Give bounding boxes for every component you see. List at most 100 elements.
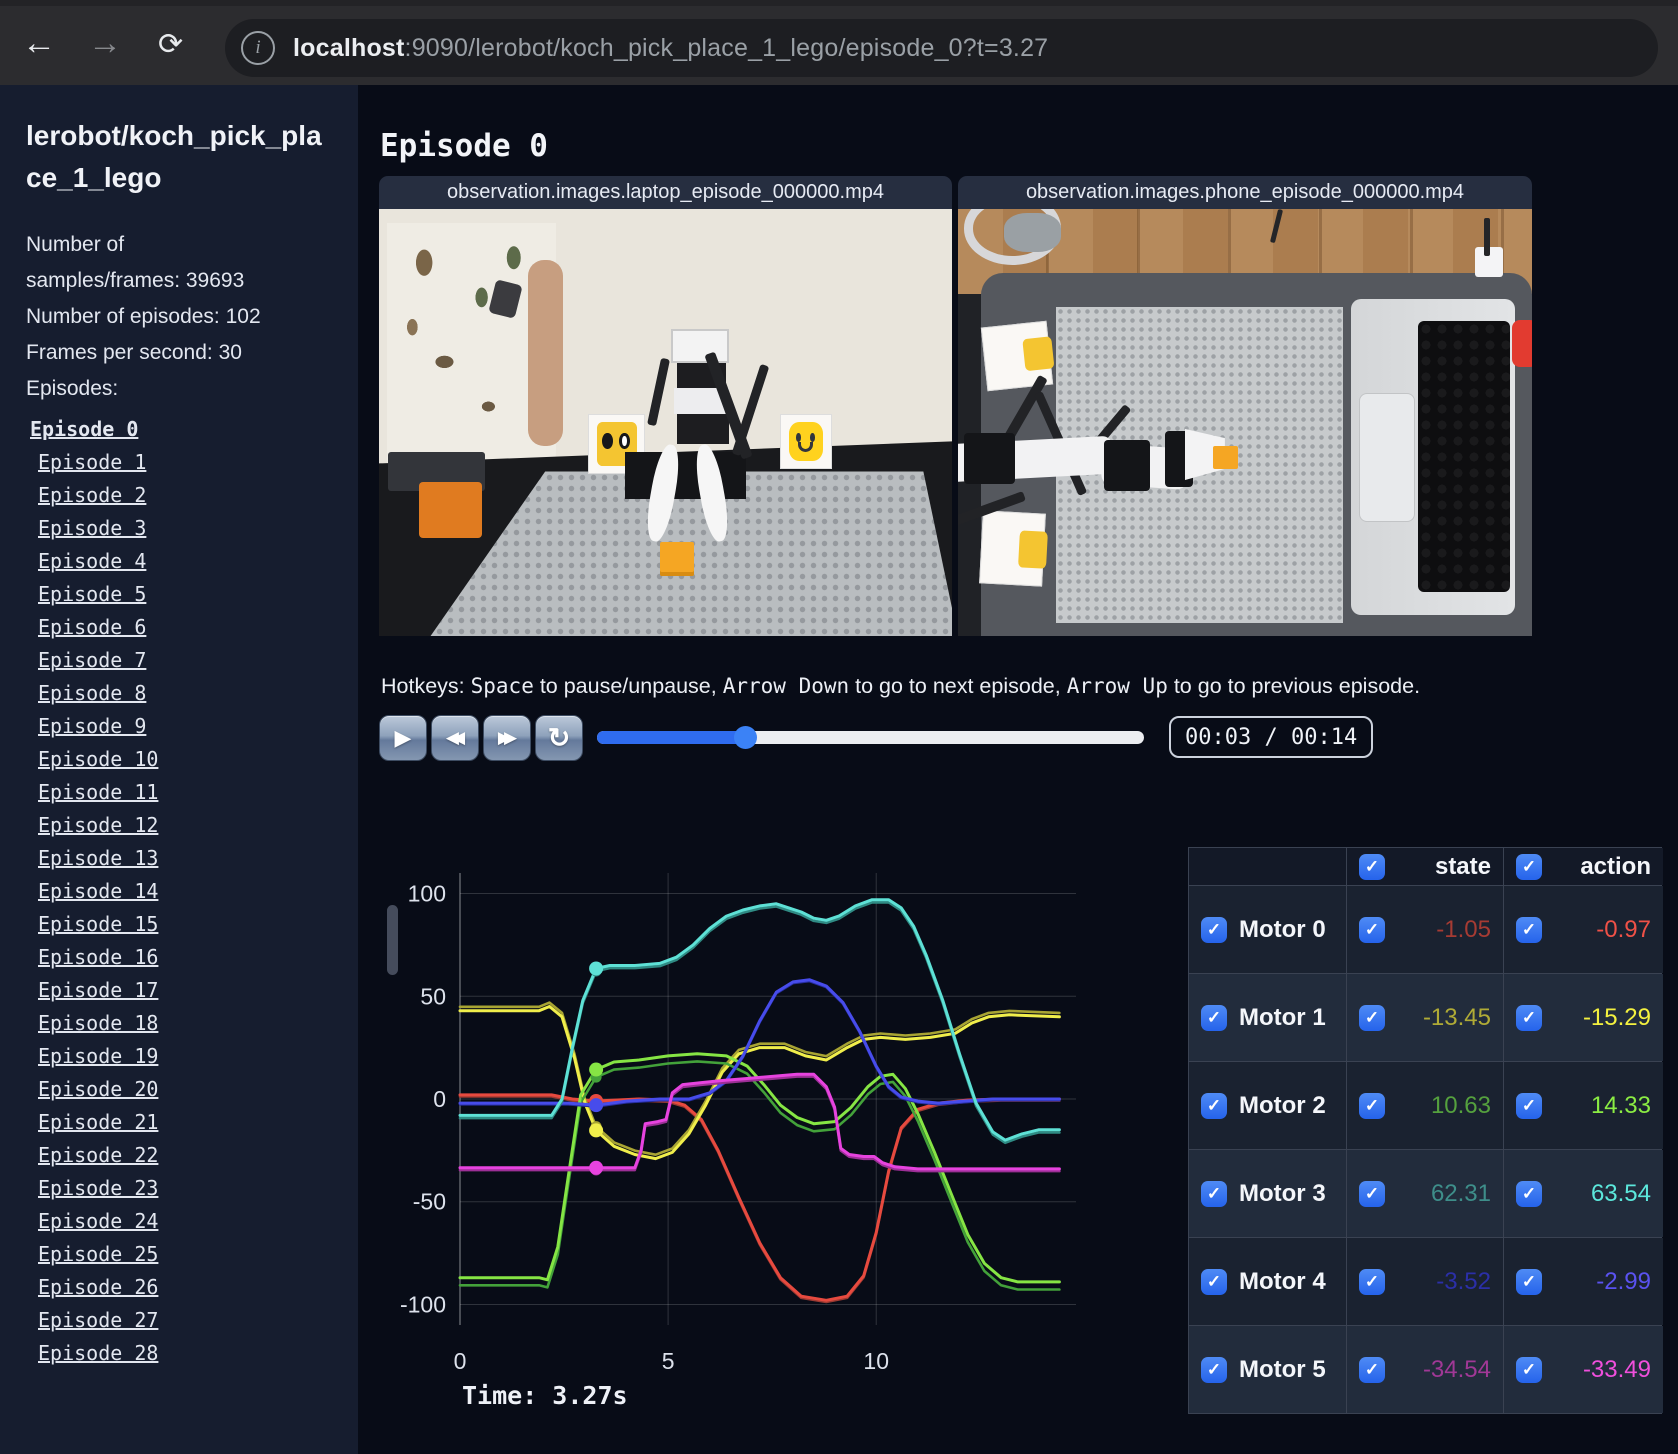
checkbox[interactable]: ✓ — [1516, 1180, 1542, 1207]
episode-link[interactable]: Episode 1 — [38, 446, 358, 479]
checkbox[interactable]: ✓ — [1201, 1180, 1227, 1207]
scrollbar-thumb[interactable] — [387, 905, 398, 975]
episode-link[interactable]: Episode 3 — [38, 512, 358, 545]
person — [379, 209, 585, 491]
svg-text:0: 0 — [433, 1086, 446, 1112]
episode-link[interactable]: Episode 0 — [30, 413, 358, 446]
episode-link[interactable]: Episode 19 — [38, 1040, 358, 1073]
episode-link[interactable]: Episode 22 — [38, 1139, 358, 1172]
checkbox[interactable]: ✓ — [1201, 1092, 1227, 1119]
robot-head — [671, 328, 729, 363]
motor-row-label: ✓ Motor 3 — [1189, 1150, 1346, 1237]
checkbox[interactable]: ✓ — [1359, 1004, 1385, 1031]
seek-slider-fill — [597, 731, 745, 744]
site-info-icon[interactable]: i — [241, 31, 275, 65]
phone-camera-frame[interactable] — [958, 209, 1532, 636]
episode-link[interactable]: Episode 15 — [38, 908, 358, 941]
checkbox[interactable]: ✓ — [1201, 1004, 1227, 1031]
episode-link[interactable]: Episode 26 — [38, 1271, 358, 1304]
checkbox[interactable]: ✓ — [1201, 916, 1227, 943]
rewind-button[interactable]: ◀◀ — [431, 715, 479, 761]
episode-link[interactable]: Episode 13 — [38, 842, 358, 875]
hotkey-key: Arrow Up — [1066, 673, 1168, 698]
seek-slider-thumb[interactable] — [733, 726, 757, 749]
url-bar[interactable]: i localhost:9090/lerobot/koch_pick_place… — [225, 19, 1658, 77]
svg-text:50: 50 — [420, 983, 446, 1009]
red-object — [1511, 320, 1532, 367]
checkbox[interactable]: ✓ — [1359, 853, 1385, 880]
sidebar: lerobot/koch_pick_place_1_lego Number of… — [0, 85, 358, 1454]
reload-icon[interactable]: ⟳ — [158, 27, 183, 62]
forward-icon[interactable]: → — [88, 24, 122, 63]
episode-list: Episode 0 Episode 1 Episode 2 Episode 3 Epis… — [30, 413, 358, 1370]
motor-name: Motor 3 — [1239, 1179, 1326, 1207]
loop-button[interactable]: ↻ — [535, 715, 583, 761]
episode-link[interactable]: Episode 25 — [38, 1238, 358, 1271]
checkbox[interactable]: ✓ — [1516, 916, 1542, 943]
episode-link[interactable]: Episode 6 — [38, 611, 358, 644]
motor-action-cell: ✓ -2.99 — [1504, 1238, 1663, 1325]
motor-state-value: -1.05 — [1436, 915, 1491, 943]
checkbox[interactable]: ✓ — [1359, 1180, 1385, 1207]
episode-link[interactable]: Episode 7 — [38, 644, 358, 677]
check-icon: ✓ — [1521, 920, 1537, 939]
episode-link[interactable]: Episode 16 — [38, 941, 358, 974]
episode-link[interactable]: Episode 23 — [38, 1172, 358, 1205]
checkbox[interactable]: ✓ — [1359, 1092, 1385, 1119]
back-icon[interactable]: ← — [22, 24, 56, 63]
episode-link[interactable]: Episode 17 — [38, 974, 358, 1007]
hotkeys-text: to pause/unpause, — [533, 673, 723, 698]
episode-link[interactable]: Episode 10 — [38, 743, 358, 776]
chart-time-label: Time: 3.27s — [462, 1381, 628, 1410]
episode-link[interactable]: Episode 5 — [38, 578, 358, 611]
loop-icon: ↻ — [547, 722, 571, 753]
episode-link[interactable]: Episode 27 — [38, 1304, 358, 1337]
check-icon: ✓ — [1521, 1008, 1537, 1027]
episode-link[interactable]: Episode 4 — [38, 545, 358, 578]
play-button[interactable]: ▶ — [379, 715, 427, 761]
checkbox[interactable]: ✓ — [1359, 916, 1385, 943]
checkbox[interactable]: ✓ — [1201, 1268, 1227, 1295]
episode-link[interactable]: Episode 11 — [38, 776, 358, 809]
column-header-label: action — [1580, 852, 1651, 880]
episode-link[interactable]: Episode 24 — [38, 1205, 358, 1238]
motor-state-cell: ✓ -13.45 — [1347, 974, 1503, 1061]
motor-row-label: ✓ Motor 2 — [1189, 1062, 1346, 1149]
episode-link[interactable]: Episode 2 — [38, 479, 358, 512]
motor-name: Motor 1 — [1239, 1003, 1326, 1031]
laptop-camera-frame[interactable] — [379, 209, 952, 636]
episode-link[interactable]: Episode 9 — [38, 710, 358, 743]
hf-eye — [796, 433, 802, 442]
hf-eye — [809, 433, 815, 442]
episode-link[interactable]: Episode 20 — [38, 1073, 358, 1106]
episode-link[interactable]: Episode 21 — [38, 1106, 358, 1139]
motor-action-value: -2.99 — [1596, 1267, 1651, 1295]
checkbox[interactable]: ✓ — [1516, 1092, 1542, 1119]
check-icon: ✓ — [1521, 1272, 1537, 1291]
laptop-trackpad — [1359, 393, 1416, 522]
episode-link[interactable]: Episode 14 — [38, 875, 358, 908]
hf-mouth — [798, 442, 814, 453]
check-icon: ✓ — [1521, 1096, 1537, 1115]
episode-link[interactable]: Episode 12 — [38, 809, 358, 842]
episode-link[interactable]: Episode 18 — [38, 1007, 358, 1040]
robot-motor — [676, 413, 729, 444]
svg-text:-50: -50 — [413, 1189, 446, 1215]
checkbox[interactable]: ✓ — [1201, 1356, 1227, 1383]
episode-link[interactable]: Episode 8 — [38, 677, 358, 710]
checkbox[interactable]: ✓ — [1359, 1268, 1385, 1295]
motor-name: Motor 2 — [1239, 1091, 1326, 1119]
rewind-icon: ◀◀ — [445, 728, 465, 747]
seek-slider[interactable] — [597, 726, 1144, 749]
url-path: :9090/lerobot/koch_pick_place_1_lego/epi… — [404, 33, 1049, 62]
svg-text:-100: -100 — [400, 1291, 446, 1317]
checkbox[interactable]: ✓ — [1359, 1356, 1385, 1383]
checkbox[interactable]: ✓ — [1516, 853, 1542, 880]
checkbox[interactable]: ✓ — [1516, 1356, 1542, 1383]
episode-link[interactable]: Episode 28 — [38, 1337, 358, 1370]
checkbox[interactable]: ✓ — [1516, 1268, 1542, 1295]
motor-action-value: 63.54 — [1590, 1179, 1651, 1207]
fast-forward-button[interactable]: ▶▶ — [483, 715, 531, 761]
checkbox[interactable]: ✓ — [1516, 1004, 1542, 1031]
dataset-info: Number of samples/frames: 39693 Number of … — [26, 227, 358, 407]
